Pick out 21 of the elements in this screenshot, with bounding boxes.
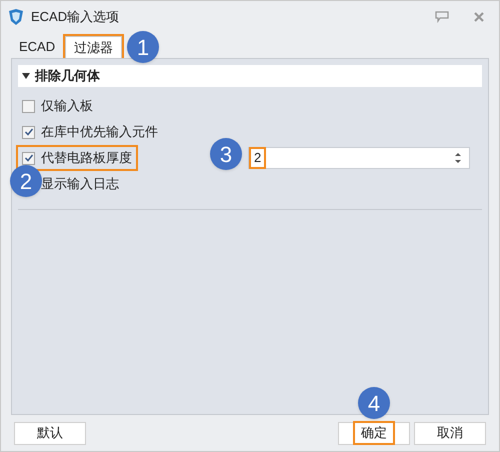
option-label: 代替电路板厚度 (41, 149, 132, 168)
callout-badge: 1 (127, 31, 159, 63)
dialog-button[interactable]: 默认 (14, 422, 86, 444)
checkbox[interactable] (22, 100, 35, 112)
option-label: 仅输入板 (41, 97, 93, 116)
section-header[interactable]: 排除几何体 (18, 65, 482, 87)
checkbox[interactable] (22, 152, 35, 164)
window-title: ECAD输入选项 (31, 8, 120, 26)
expand-arrow-icon (22, 72, 30, 80)
option-label: 显示输入日志 (41, 175, 119, 194)
app-logo-icon (7, 8, 25, 26)
section-title: 排除几何体 (35, 67, 100, 86)
dialog-button[interactable]: 确定 (338, 422, 410, 444)
option-label: 在库中优先输入元件 (41, 123, 158, 142)
thickness-value: 2 (251, 149, 264, 167)
spin-arrows-icon[interactable] (455, 152, 461, 164)
checkbox[interactable] (22, 126, 35, 138)
tab[interactable]: 过滤器 (65, 36, 122, 58)
tab[interactable]: ECAD (11, 36, 64, 58)
dialog-button[interactable]: 取消 (414, 422, 486, 444)
thickness-spin-field[interactable]: 2 (248, 147, 470, 169)
